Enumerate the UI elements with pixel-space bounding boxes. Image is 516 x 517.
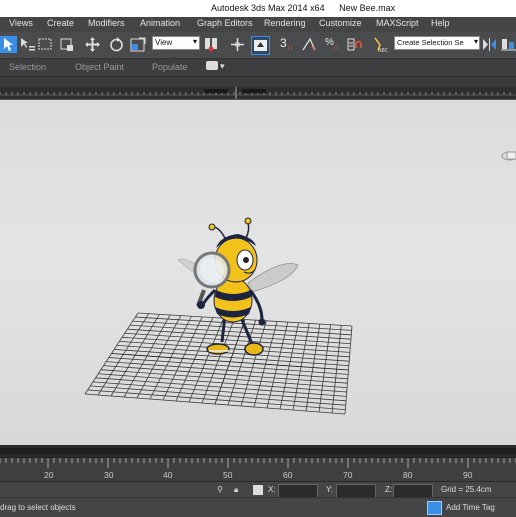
menu-animation[interactable]: Animation [140, 18, 180, 28]
reference-coordinate-dropdown[interactable]: View ▾ [152, 36, 200, 50]
scale-button[interactable] [130, 36, 147, 53]
menu-modifiers[interactable]: Modifiers [88, 18, 125, 28]
named-selection-set-value: Create Selection Se [397, 38, 464, 47]
x-coord-field[interactable] [278, 484, 318, 498]
track-tick-label: 80 [403, 470, 413, 480]
align-icon [501, 39, 516, 51]
move-button[interactable] [84, 36, 101, 53]
menu-graph-editors[interactable]: Graph Editors [197, 18, 253, 28]
percent-snap-button[interactable]: % ∩ [324, 36, 341, 53]
ribbon-options-icon[interactable] [206, 61, 218, 70]
y-coord-field[interactable] [336, 484, 376, 498]
named-selection-set-dropdown[interactable]: Create Selection Se ▾ [394, 36, 480, 50]
menu-views[interactable]: Views [9, 18, 33, 28]
scale-icon [130, 37, 146, 52]
angle-snap-icon [302, 37, 316, 51]
key-icon[interactable]: ⚲ [217, 485, 223, 494]
pivot-center-button[interactable] [203, 36, 220, 53]
x-coord-label: X: [268, 485, 276, 494]
mirror-icon [483, 38, 496, 51]
ribbon-collapsed-strip [0, 77, 516, 87]
ribbon-tab-object-paint[interactable]: Object Paint [75, 62, 124, 72]
select-and-manipulate-button[interactable] [229, 36, 246, 53]
track-bar[interactable]: 20 30 40 50 60 70 80 90 [0, 457, 516, 482]
lock-icon[interactable]: 🔒︎ [234, 485, 238, 495]
cursor-arrow-icon [4, 38, 13, 51]
z-coord-label: Z: [385, 485, 393, 494]
menu-rendering[interactable]: Rendering [264, 18, 306, 28]
window-crossing-button[interactable] [58, 36, 75, 53]
select-by-name-button[interactable] [19, 36, 36, 53]
named-selection-icon: ABC [374, 37, 389, 53]
move-arrows-icon [85, 37, 100, 52]
rect-select-icon [38, 38, 52, 50]
spinner-snap-button[interactable] [346, 36, 363, 53]
rotate-button[interactable] [108, 36, 125, 53]
track-tick-label: 40 [163, 470, 173, 480]
track-tick-label: 60 [283, 470, 293, 480]
add-time-tag-button[interactable]: Add Time Tag [446, 503, 495, 512]
pivot-center-icon [205, 38, 217, 52]
rotate-icon [110, 37, 123, 52]
keyboard-override-icon [254, 40, 267, 51]
select-object-button[interactable] [0, 36, 17, 53]
app-title: Autodesk 3ds Max 2014 x64 [211, 3, 325, 13]
svg-text:ABC: ABC [378, 48, 389, 53]
spinner-snap-icon [347, 38, 362, 51]
edit-named-selection-button[interactable]: ABC [372, 36, 389, 53]
track-bar-ticks [0, 458, 516, 468]
grid-spacing-readout: Grid = 25.4cm [441, 485, 492, 494]
strip-tick-marks [0, 87, 516, 99]
viewcube-icon[interactable] [501, 151, 516, 161]
time-tag-icon[interactable] [427, 501, 442, 515]
graphite-ribbon: Selection Object Paint Populate ▾ [0, 59, 516, 77]
track-tick-label: 30 [104, 470, 114, 480]
menu-help[interactable]: Help [431, 18, 450, 28]
track-tick-label: 20 [44, 470, 54, 480]
select-arrow-list-icon [21, 38, 35, 51]
title-bar: Autodesk 3ds Max 2014 x64 New Bee.max [0, 0, 516, 17]
track-tick-label: 90 [463, 470, 473, 480]
time-slider[interactable] [0, 445, 516, 457]
ribbon-tab-populate[interactable]: Populate [152, 62, 188, 72]
rectangular-selection-button[interactable] [37, 36, 54, 53]
menu-create[interactable]: Create [47, 18, 74, 28]
viewport-scene[interactable] [0, 100, 516, 445]
window-crossing-icon [60, 38, 73, 51]
angle-snap-button[interactable] [301, 36, 318, 53]
menu-maxscript[interactable]: MAXScript [376, 18, 419, 28]
prompt-line: drag to select objects [0, 503, 76, 512]
reference-coordinate-value: View [155, 38, 173, 47]
prompt-status-bar: drag to select objects Add Time Tag [0, 497, 516, 517]
perspective-viewport[interactable] [0, 100, 516, 445]
chevron-down-icon[interactable]: ▾ [220, 61, 225, 72]
absolute-mode-icon[interactable] [253, 485, 263, 495]
ribbon-tab-selection[interactable]: Selection [9, 62, 46, 72]
chevron-down-icon: ▾ [192, 37, 197, 46]
manipulate-icon [231, 38, 244, 51]
menu-customize[interactable]: Customize [319, 18, 362, 28]
magnet-icon: ∩ [287, 42, 294, 52]
y-coord-label: Y: [326, 485, 334, 494]
track-tick-label: 50 [223, 470, 233, 480]
home-grid [84, 312, 353, 415]
snaps-toggle-label: 3 [280, 36, 287, 50]
time-slider-track[interactable] [0, 445, 516, 457]
viewport-layout-strip [0, 87, 516, 100]
chevron-down-icon: ▾ [473, 37, 478, 46]
coordinate-status-bar: ⚲ 🔒︎ X: Y: Z: Grid = 25.4cm [0, 481, 516, 498]
magnet-icon: ∩ [333, 42, 340, 52]
snaps-toggle-button[interactable]: 3 ∩ [278, 36, 295, 53]
keyboard-shortcut-override-button[interactable] [251, 36, 270, 55]
align-button[interactable] [500, 36, 516, 53]
menu-bar: Views Create Modifiers Animation Graph E… [0, 17, 516, 33]
z-coord-field[interactable] [393, 484, 433, 498]
mirror-button[interactable] [481, 36, 498, 53]
file-name: New Bee.max [339, 3, 396, 13]
main-toolbar: View ▾ 3 ∩ % ∩ ABC Create Selection Se ▾ [0, 32, 516, 59]
track-tick-label: 70 [343, 470, 353, 480]
